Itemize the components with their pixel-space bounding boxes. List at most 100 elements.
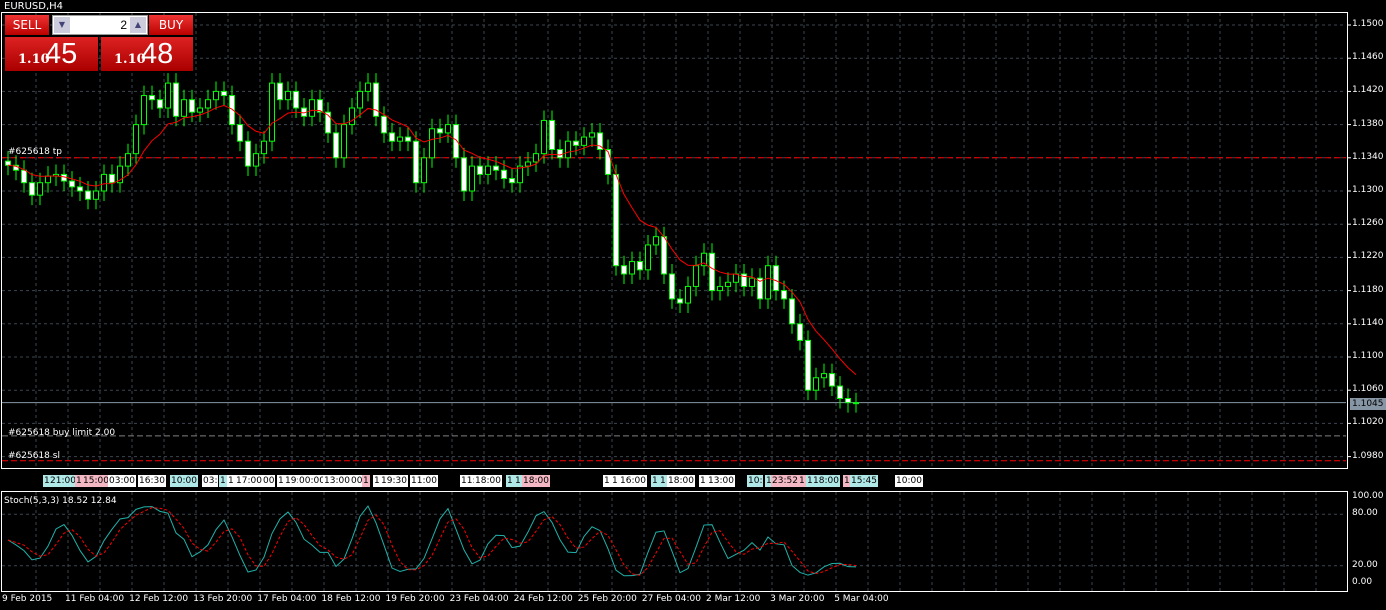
event-marker: 1 [798,475,806,487]
time-axis-label: 25 Feb 20:00 [577,594,637,604]
candle-body [357,90,363,109]
candle-body [205,99,211,109]
lot-decrease-button[interactable]: ▼ [54,17,70,33]
candle-body [365,82,371,92]
candle-body [677,298,683,304]
sell-price-button[interactable]: 1.10 45 [5,37,98,71]
candle-body [309,99,315,117]
time-axis-label: 17 Feb 04:00 [257,594,317,604]
event-marker: 15:00 [82,475,110,487]
indicator-label: Stoch(5,3,3) 18.52 12.84 [4,496,117,506]
price-axis-label: 1.1500 [1352,19,1384,29]
candle-body [605,149,611,175]
time-axis-label: 27 Feb 04:00 [641,594,701,604]
event-marker: 03:00 [108,475,136,487]
time-axis-label: 13 Feb 20:00 [193,594,253,604]
time-axis-label: 9 Feb 2015 [2,594,53,604]
current-price-label: 1.1045 [1350,398,1386,410]
price-axis-label: 1.1220 [1352,251,1384,262]
buy-button[interactable]: BUY [149,15,193,35]
candle-body [189,99,195,113]
event-marker: 00 [262,475,276,487]
candle-body [669,273,675,300]
event-marker: 16:00 [619,475,647,487]
candle-body [685,285,691,304]
candle-body [485,165,491,175]
candle-body [181,99,187,117]
candle-body [437,128,443,134]
candle-body [717,285,723,292]
buy-price-button[interactable]: 1.10 48 [101,37,193,71]
candle-body [29,182,35,196]
lot-increase-button[interactable]: ▲ [130,17,146,33]
candle-body [581,136,587,146]
candle-body [85,190,91,200]
price-axis-label: 1.1100 [1352,351,1384,361]
price-axis-label: 1.1300 [1352,185,1384,195]
candle-body [469,165,475,192]
candle-body [237,124,243,142]
candle-body [645,244,651,271]
candle-body [277,82,283,101]
candle-body [405,136,411,142]
candle-body [149,95,155,101]
candle-body [69,180,75,188]
candle-body [101,173,107,192]
event-marker: 1 [362,475,370,487]
candle-body [125,153,131,167]
chart-title: EURUSD,H4 [4,1,64,12]
time-axis-label: 19 Feb 20:00 [385,594,445,604]
time-axis-label: 24 Feb 12:00 [513,594,573,604]
event-marker: 18:00 [522,475,550,487]
event-marker: 23:52 [771,475,799,487]
price-axis-label: 1.1060 [1352,384,1384,395]
event-marker: 00:00 [298,475,326,487]
candle-body [5,160,11,166]
stoch-signal-line [7,507,857,576]
candle-body [805,339,811,391]
sell-button[interactable]: SELL [5,15,49,35]
lot-stepper[interactable]: ▼ ▲ [52,15,148,35]
time-axis-label: 3 Mar 20:00 [770,594,825,604]
price-axis-label: 1.1460 [1352,52,1384,63]
tp-order-label: #625618 tp [8,147,62,157]
price-chart[interactable] [0,0,1386,610]
candle-body [245,140,251,167]
candle-body [93,190,99,200]
event-marker: 1 [603,475,611,487]
event-marker: 1 [514,475,522,487]
candle-body [293,90,299,109]
candle-body [853,402,859,405]
candle-body [797,323,803,341]
candle-body [557,149,563,159]
candle-body [269,82,275,142]
candle-body [461,157,467,192]
event-marker: 16:30 [138,475,166,487]
time-axis-label: 18 Feb 12:00 [321,594,381,604]
candle-body [77,186,83,192]
candle-body [549,119,555,150]
candle-body [725,281,731,287]
time-axis-label: 2 Mar 12:00 [706,594,761,604]
candle-body [213,90,219,101]
lot-input[interactable] [71,17,129,33]
candle-body [629,261,635,275]
event-marker: 1 [219,475,227,487]
price-axis-label: 1.1340 [1352,151,1384,162]
candle-body [253,153,259,167]
candle-body [397,136,403,142]
buy-price-pips: 48 [141,38,174,70]
event-marker: 18:00 [667,475,695,487]
event-marker: 1 [227,475,235,487]
event-marker: 17:00 [235,475,263,487]
candle-body [733,273,739,283]
candle-body [165,82,171,109]
candle-body [533,153,539,163]
candle-body [509,178,515,184]
price-axis-label: 1.1180 [1352,284,1384,295]
candle-body [749,277,755,287]
price-axis-label: 1.1140 [1352,317,1384,328]
candle-body [501,169,507,180]
candle-body [173,82,179,117]
event-marker: 13:00 [323,475,351,487]
